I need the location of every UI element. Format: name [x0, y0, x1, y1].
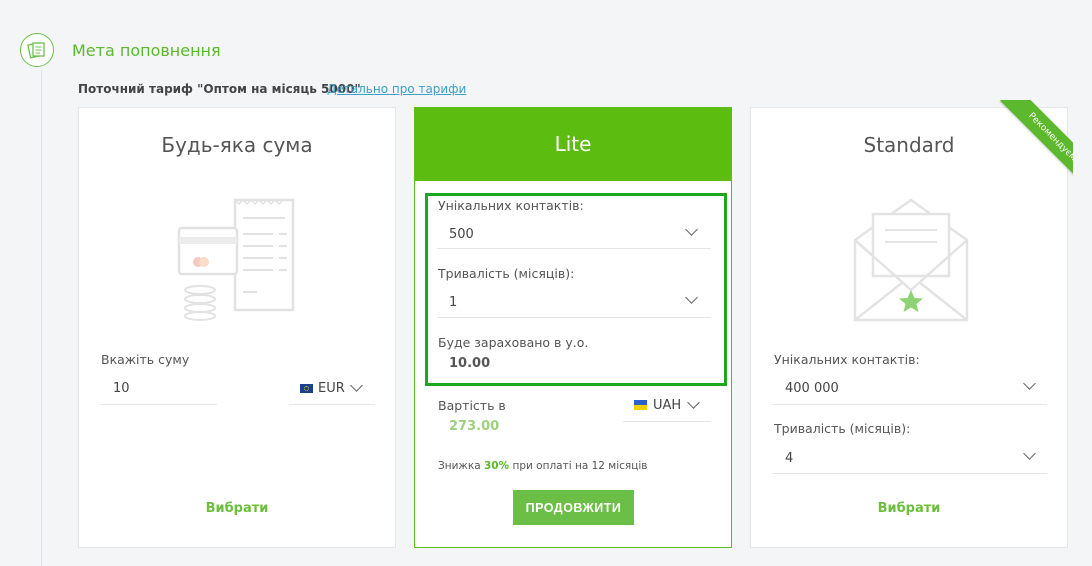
- amount-input-underline: [101, 404, 217, 405]
- duration-underline: [437, 317, 711, 318]
- current-tariff: Поточний тариф "Оптом на місяць 5000": [78, 82, 361, 96]
- choose-button[interactable]: Вибрати: [751, 501, 1067, 516]
- credited-label: Буде зараховано в у.о.: [438, 335, 589, 350]
- money-icon: [20, 33, 54, 67]
- contacts-underline: [773, 404, 1047, 405]
- cost-value: 273.00: [449, 419, 500, 434]
- currency-select[interactable]: EUR: [289, 378, 375, 404]
- chevron-down-icon: [1023, 377, 1036, 390]
- card-title: Будь-яка сума: [161, 133, 313, 157]
- currency-underline: [289, 404, 375, 405]
- contacts-label: Унікальних контактів:: [774, 352, 920, 367]
- eu-flag-icon: [300, 384, 313, 393]
- duration-label: Тривалість (місяців):: [438, 266, 575, 281]
- currency-value: UAH: [653, 398, 682, 413]
- chevron-down-icon: [687, 396, 700, 409]
- discount-prefix: Знижка: [438, 460, 484, 472]
- chevron-down-icon: [1023, 447, 1036, 460]
- plan-card-lite: Lite Унікальних контактів: 500 Триваліст…: [414, 107, 732, 548]
- contacts-underline: [437, 248, 711, 249]
- duration-value: 4: [785, 451, 794, 466]
- tariffs-details-link[interactable]: Детально про тарифи: [327, 82, 466, 96]
- duration-underline: [773, 473, 1047, 474]
- currency-select[interactable]: UAH: [623, 395, 711, 421]
- duration-select[interactable]: 4: [773, 444, 1047, 472]
- discount-value: 30%: [484, 460, 510, 472]
- duration-label: Тривалість (місяців):: [774, 421, 911, 436]
- currency-underline: [623, 421, 711, 422]
- duration-select[interactable]: 1: [437, 288, 711, 316]
- plan-card-any-amount: Будь-яка сума Вкажіть суму 10 EUR Вибрат…: [78, 107, 396, 548]
- timeline-line: [41, 70, 42, 566]
- chevron-down-icon: [685, 223, 698, 236]
- cost-label: Вартість в: [438, 398, 506, 413]
- contacts-label: Унікальних контактів:: [438, 198, 584, 213]
- amount-input[interactable]: 10: [113, 381, 130, 396]
- duration-value: 1: [449, 295, 458, 310]
- card-title: Standard: [863, 133, 955, 157]
- section-title: Мета поповнення: [72, 41, 221, 60]
- discount-note: Знижка 30% при оплаті на 12 місяців: [438, 460, 648, 472]
- continue-button[interactable]: ПРОДОВЖИТИ: [513, 490, 634, 525]
- choose-button[interactable]: Вибрати: [79, 501, 395, 516]
- page-panel: Мета поповнення Поточний тариф "Оптом на…: [0, 0, 1092, 566]
- contacts-value: 400 000: [785, 381, 839, 396]
- contacts-value: 500: [449, 227, 474, 242]
- card-title: Lite: [415, 108, 731, 181]
- payment-illustration-icon: [177, 196, 302, 325]
- chevron-down-icon: [685, 291, 698, 304]
- contacts-select[interactable]: 500: [437, 220, 711, 248]
- envelope-star-icon: [853, 198, 969, 328]
- currency-value: EUR: [318, 381, 345, 396]
- discount-suffix: при оплаті на 12 місяців: [509, 460, 648, 472]
- chevron-down-icon: [350, 379, 363, 392]
- contacts-select[interactable]: 400 000: [773, 374, 1047, 402]
- plan-card-standard: Рекомендуємо Standard Унікальних контакт…: [750, 100, 1073, 548]
- amount-label: Вкажіть суму: [101, 352, 190, 367]
- credited-value: 10.00: [449, 356, 491, 371]
- ua-flag-icon: [634, 400, 647, 410]
